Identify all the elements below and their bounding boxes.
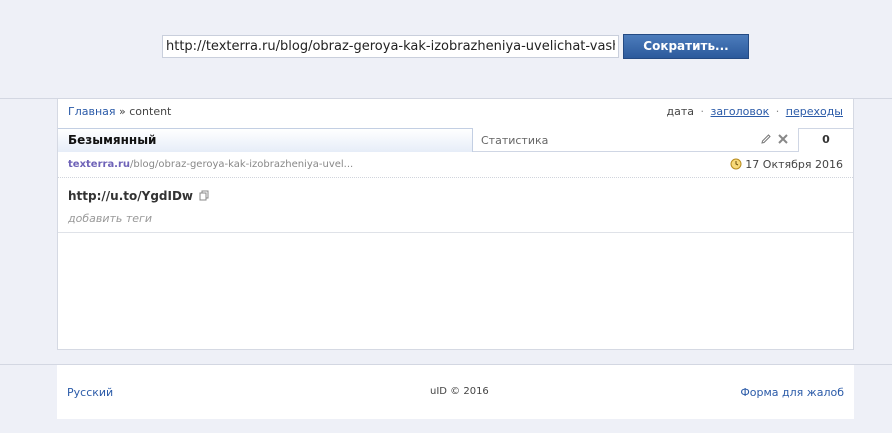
add-tags-link[interactable]: добавить теги	[68, 212, 152, 225]
close-icon[interactable]	[777, 133, 789, 145]
tab-tools	[758, 132, 792, 148]
tab-untitled[interactable]: Безымянный	[58, 128, 473, 152]
tab-statistics[interactable]: Статистика	[481, 134, 548, 147]
breadcrumb-home-link[interactable]: Главная	[68, 105, 116, 118]
link-row: texterra.ru/blog/obraz-geroya-kak-izobra…	[58, 153, 853, 178]
language-link[interactable]: Русский	[67, 386, 113, 399]
breadcrumb-separator: »	[119, 105, 126, 118]
links-panel: Главная » content дата · заголовок · пер…	[57, 99, 854, 350]
top-band: Сократить...	[0, 0, 892, 98]
copyright-text: uID © 2016	[430, 386, 489, 397]
sort-clicks-link[interactable]: переходы	[786, 105, 843, 118]
footer: Русский uID © 2016 Форма для жалоб	[57, 365, 854, 419]
pencil-icon[interactable]	[760, 133, 772, 145]
copy-icon[interactable]	[199, 190, 210, 201]
clock-icon	[730, 158, 742, 170]
sort-title-link[interactable]: заголовок	[711, 105, 770, 118]
inner-divider	[58, 232, 853, 233]
link-date-text: 17 Октября 2016	[745, 158, 843, 171]
tab-bar: Безымянный Статистика 0	[58, 128, 853, 152]
link-count: 0	[798, 128, 853, 152]
sort-date-label[interactable]: дата	[667, 105, 695, 118]
sort-options: дата · заголовок · переходы	[667, 105, 843, 118]
original-url-path: /blog/obraz-geroya-kak-izobrazheniya-uve…	[130, 159, 354, 170]
shorten-button[interactable]: Сократить...	[623, 34, 749, 59]
link-date: 17 Октября 2016	[730, 158, 843, 171]
url-input[interactable]	[162, 35, 619, 58]
breadcrumb: Главная » content	[68, 105, 171, 118]
breadcrumb-current: content	[129, 105, 172, 118]
original-url-domain: texterra.ru	[68, 159, 131, 170]
original-url[interactable]: texterra.ru/blog/obraz-geroya-kak-izobra…	[68, 159, 353, 170]
short-link: http://u.to/YgdIDw	[68, 189, 210, 203]
complaint-form-link[interactable]: Форма для жалоб	[740, 386, 844, 399]
sort-separator: ·	[700, 105, 705, 118]
short-url-text[interactable]: http://u.to/YgdIDw	[68, 189, 193, 203]
sort-separator: ·	[775, 105, 780, 118]
